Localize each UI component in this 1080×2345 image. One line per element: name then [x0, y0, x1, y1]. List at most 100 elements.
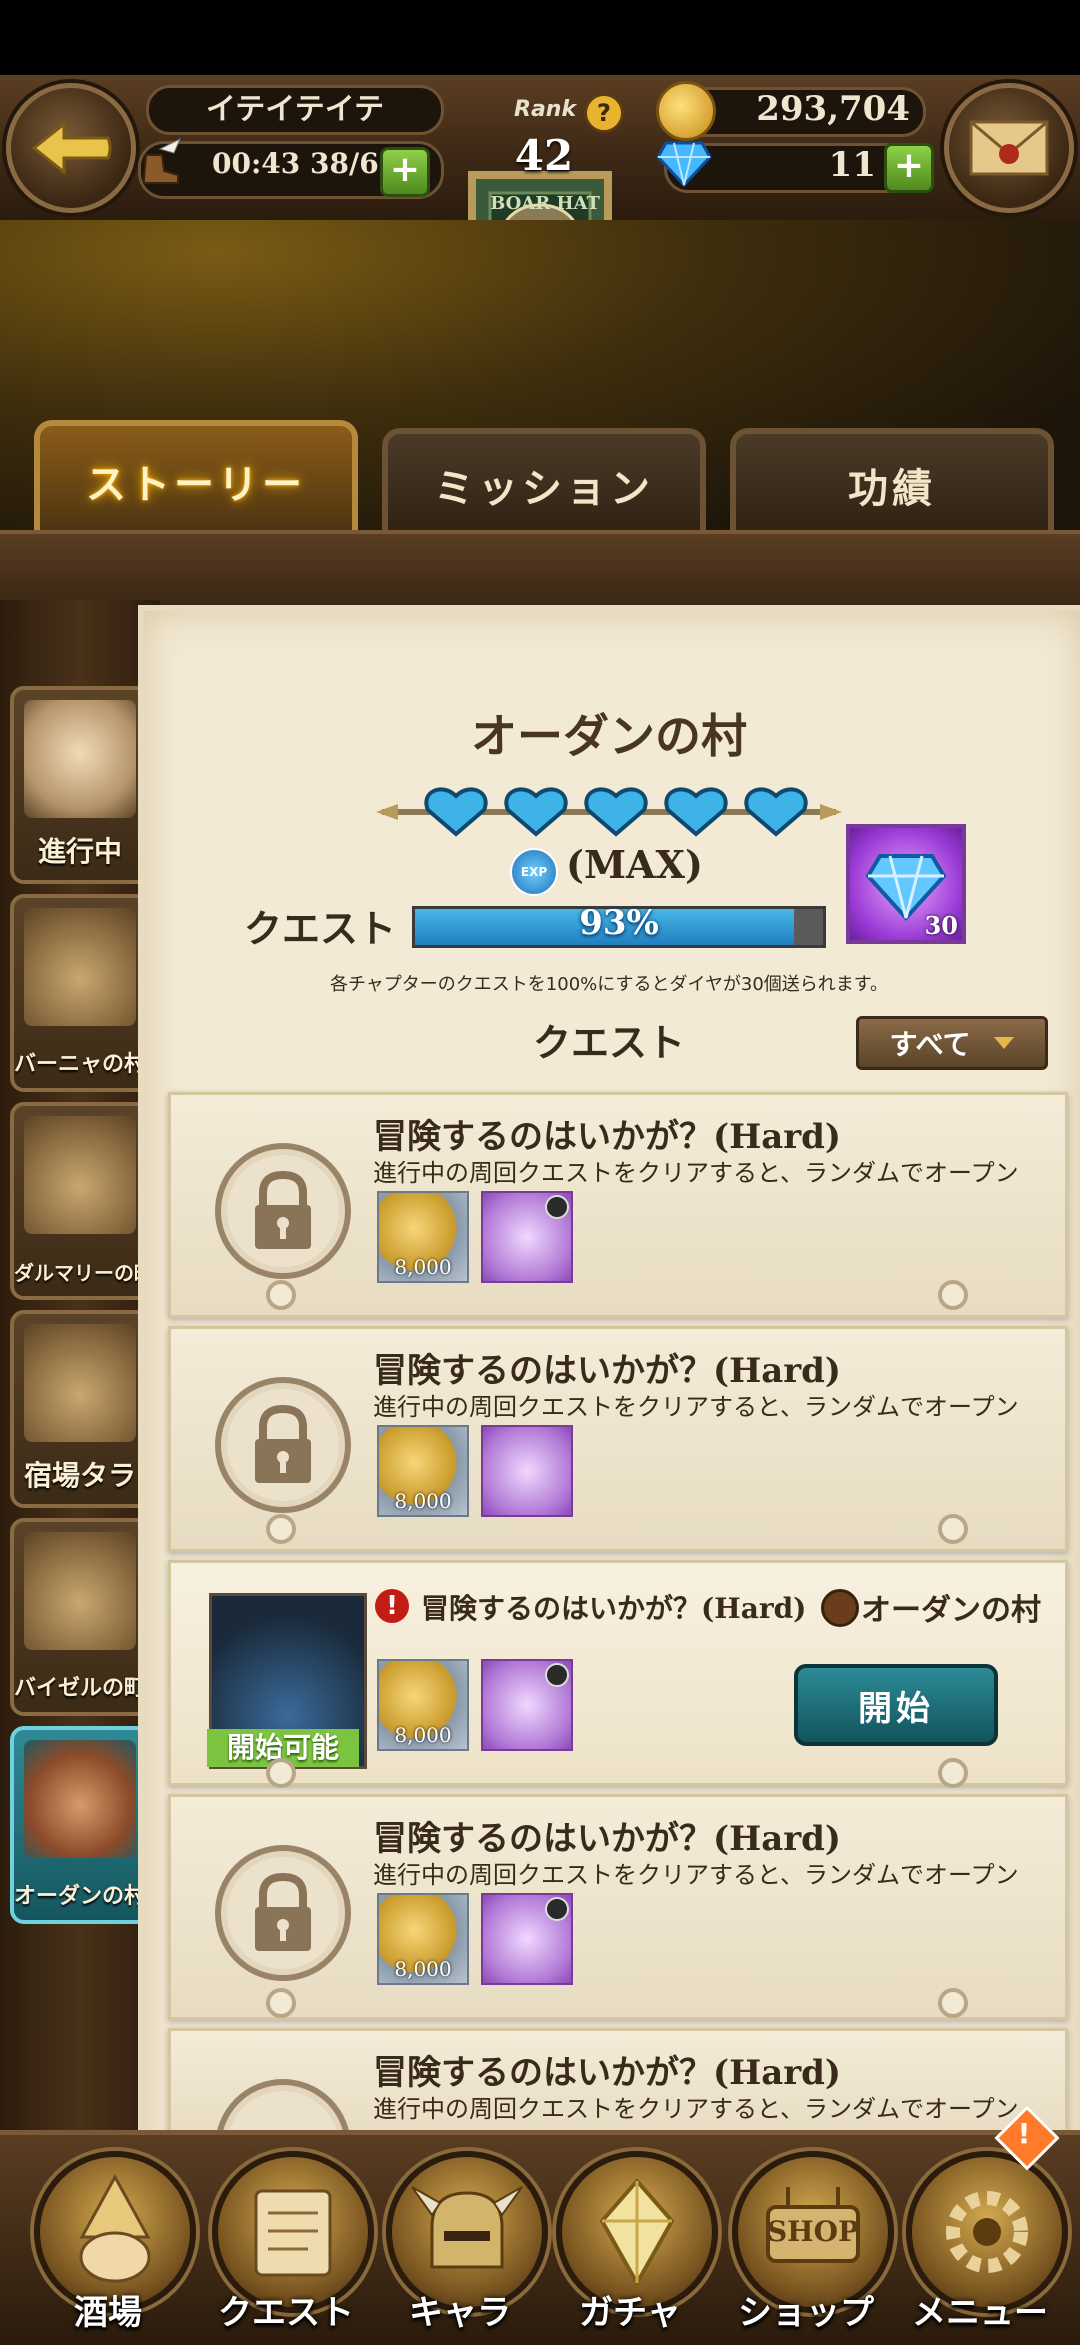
sidebar-item-label: バーニャの村	[14, 1052, 147, 1077]
tab-achievements[interactable]: 功績	[730, 428, 1054, 536]
chain-link	[266, 1988, 296, 2018]
reward-count: 30	[924, 911, 958, 940]
chain-link	[938, 1758, 968, 1788]
rank-value: 42	[514, 131, 574, 180]
sidebar-item-label: ダルマリーの町	[14, 1261, 150, 1285]
quest-card-locked[interactable]: 冒険するのはいかが？(Hard) 進行中の周回クエストをクリアすると、ランダムで…	[168, 1794, 1068, 2020]
gold-amount: 293,704	[756, 89, 910, 129]
winged-boot-icon	[136, 135, 184, 191]
gold-reward-amount: 8,000	[394, 1723, 452, 1747]
diamond-icon	[656, 137, 712, 189]
mail-icon	[969, 120, 1049, 176]
sidebar-item-label: オーダンの村	[14, 1884, 147, 1909]
nav-shop-label: ショップ	[738, 2293, 874, 2333]
quest-filter-dropdown[interactable]: すべて	[856, 1016, 1048, 1070]
rank-help-button[interactable]: ?	[584, 93, 624, 133]
sidebar-item-vaizel-town[interactable]: バイゼルの町	[10, 1518, 150, 1716]
filter-label: すべて	[889, 1028, 971, 1061]
gold-reward[interactable]: 8,000	[377, 1425, 469, 1517]
chain-link	[266, 1514, 296, 1544]
nav-character-label: キャラ	[409, 2293, 511, 2333]
nav-tavern-label: 酒場	[74, 2293, 142, 2333]
lock-icon	[215, 1845, 351, 1981]
windmill-thumbnail	[24, 1740, 136, 1858]
diamond-amount: 11	[828, 145, 876, 185]
top-header: イテイテイテ 00:43 38/61 + Rank ? 42 BOAR HAT …	[0, 75, 1080, 345]
rank-label: Rank	[514, 97, 577, 122]
gold-reward-amount: 8,000	[394, 1255, 452, 1279]
chain-link	[266, 1280, 296, 1310]
quest-description: 進行中の周回クエストをクリアすると、ランダムでオープン	[373, 1393, 1019, 1421]
chain-link	[938, 1514, 968, 1544]
mail-button[interactable]	[944, 83, 1074, 213]
shop-sign-text: SHOP	[766, 2215, 860, 2248]
gold-reward[interactable]: 8,000	[377, 1659, 469, 1751]
village-thumbnail	[24, 908, 136, 1026]
quest-description: 進行中の周回クエストをクリアすると、ランダムでオープン	[373, 2095, 1019, 2123]
alert-icon: !	[375, 1589, 409, 1623]
bracelet-icon[interactable]	[481, 1893, 573, 1985]
gold-reward[interactable]: 8,000	[377, 1893, 469, 1985]
town-thumbnail	[24, 1532, 136, 1650]
quest-description: 進行中の周回クエストをクリアすると、ランダムでオープン	[373, 1159, 1019, 1187]
back-arrow-icon	[31, 120, 112, 176]
exp-icon: EXP	[510, 848, 558, 896]
chapter-reward-note: 各チャプターのクエストを100%にするとダイヤが30個送られます。	[329, 974, 889, 995]
player-name: イテイテイテ	[146, 85, 444, 135]
gold-reward[interactable]: 8,000	[377, 1191, 469, 1283]
chapter-title: オーダンの村	[471, 709, 747, 763]
sidebar-item-tara-inn[interactable]: 宿場タラ	[10, 1310, 150, 1508]
lock-icon	[215, 1377, 351, 1513]
quest-title: 冒険するのはいかが？(Hard)	[421, 1592, 807, 1625]
quest-progress-text: 93%	[579, 903, 659, 943]
quest-title: 冒険するのはいかが？(Hard)	[373, 2053, 842, 2093]
quest-title: 冒険するのはいかが？(Hard)	[373, 1351, 842, 1391]
quest-title: 冒険するのはいかが？(Hard)	[373, 1819, 842, 1859]
tab-story[interactable]: ストーリー	[34, 420, 358, 536]
tab-shelf	[0, 530, 1080, 610]
chapter-reward[interactable]: 30	[846, 824, 966, 944]
tab-mission[interactable]: ミッション	[382, 428, 706, 536]
quest-card-locked[interactable]: 冒険するのはいかが？(Hard) 進行中の周回クエストをクリアすると、ランダムで…	[168, 1092, 1068, 1318]
back-button[interactable]	[6, 83, 136, 213]
sidebar-item-label: バイゼルの町	[14, 1676, 147, 1701]
equipment-mark-icon	[545, 1897, 569, 1921]
sidebar-item-dalmally-town[interactable]: ダルマリーの町	[10, 1102, 150, 1300]
bottom-navigation: 酒場 クエスト キャラ ガチャ SHOP ショップ ! メニュー	[0, 2105, 1080, 2345]
stamina-timer: 00:43	[212, 147, 301, 180]
quest-description: 進行中の周回クエストをクリアすると、ランダムでオープン	[373, 1861, 1019, 1889]
pig-mascot-icon	[24, 700, 136, 818]
sidebar-item-vanya-village[interactable]: バーニャの村	[10, 894, 150, 1092]
quest-card-locked[interactable]: 冒険するのはいかが？(Hard) 進行中の周回クエストをクリアすると、ランダムで…	[168, 1326, 1068, 1552]
earrings-icon[interactable]	[481, 1659, 573, 1751]
start-quest-button[interactable]: 開始	[794, 1664, 998, 1746]
chain-link	[938, 1988, 968, 2018]
quest-progress-bar: 93%	[412, 903, 826, 948]
gold-coin-icon	[656, 81, 716, 141]
rank-title: BOAR HAT	[490, 193, 600, 214]
quest-card-locked[interactable]: 冒険するのはいかが？(Hard) 進行中の周回クエストをクリアすると、ランダムで…	[168, 2028, 1068, 2144]
chapter-hearts	[376, 782, 842, 842]
chain-link	[938, 1280, 968, 1310]
add-stamina-button[interactable]: +	[380, 147, 430, 197]
equipment-mark-icon	[545, 1195, 569, 1219]
sidebar-item-ordan-village[interactable]: オーダンの村	[10, 1726, 150, 1924]
nav-gacha-label: ガチャ	[579, 2293, 681, 2333]
quest-progress-label: クエスト	[244, 907, 397, 951]
system-status-bar	[0, 0, 1080, 75]
gold-reward-amount: 8,000	[394, 1957, 452, 1981]
lock-icon	[215, 1143, 351, 1279]
sidebar-item-in-progress[interactable]: 進行中	[10, 686, 150, 884]
exp-status: (MAX)	[566, 842, 703, 887]
chevron-down-icon	[994, 1037, 1015, 1049]
add-diamond-button[interactable]: +	[884, 143, 934, 193]
quest-location: オーダンの村	[861, 1593, 1041, 1628]
necklace-icon[interactable]	[481, 1425, 573, 1517]
chain-link	[266, 1758, 296, 1788]
location-icon	[821, 1589, 859, 1627]
gold-reward-amount: 8,000	[394, 1489, 452, 1513]
bracer-icon[interactable]	[481, 1191, 573, 1283]
town-thumbnail	[24, 1116, 136, 1234]
quest-title: 冒険するのはいかが？(Hard)	[373, 1117, 842, 1157]
inn-thumbnail	[24, 1324, 136, 1442]
